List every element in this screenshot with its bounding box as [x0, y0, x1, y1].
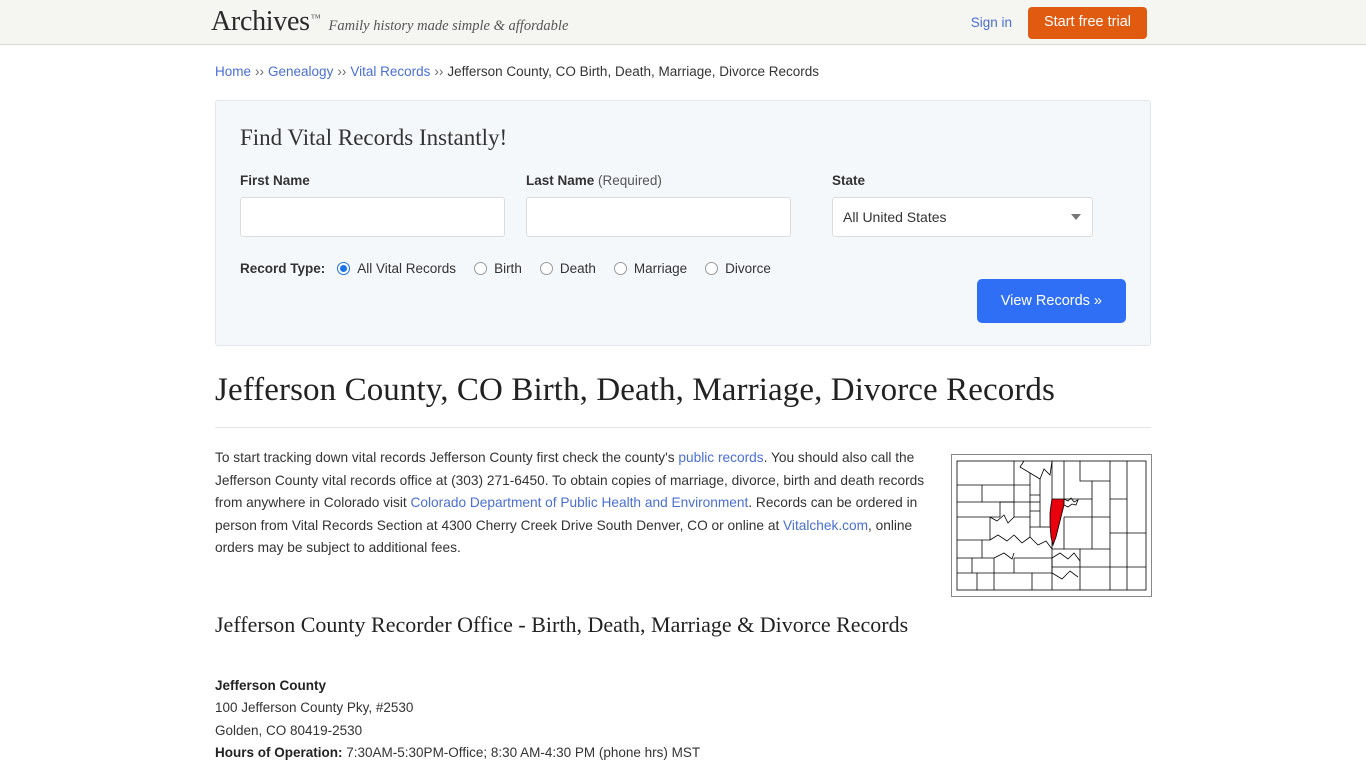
office-contact-block: Jefferson County 100 Jefferson County Pk…: [215, 675, 1151, 768]
breadcrumb-item-home[interactable]: Home: [215, 64, 251, 79]
breadcrumb-item-genealogy[interactable]: Genealogy: [268, 64, 333, 79]
radio-label-marriage: Marriage: [633, 261, 688, 276]
breadcrumb: Home ›› Genealogy ›› Vital Records ›› Jefferso…: [215, 45, 1151, 79]
radio-label-death: Death: [559, 261, 596, 276]
state-select-wrap: All United States: [832, 197, 1093, 237]
office-address-line-2: Golden, CO 80419-2530: [215, 722, 363, 738]
start-free-trial-button[interactable]: Start free trial: [1027, 7, 1147, 39]
search-fields-row: First Name Last Name (Required) State Al…: [240, 173, 1126, 237]
first-name-input[interactable]: [240, 197, 505, 237]
radio-label-all-vital-records: All Vital Records: [357, 261, 457, 276]
last-name-label-text: Last Name: [526, 173, 595, 188]
state-select[interactable]: All United States: [832, 197, 1093, 237]
radio-icon-divorce[interactable]: [705, 262, 719, 275]
site-logo[interactable]: Archives ™ Family history made simple & a…: [211, 8, 568, 36]
radio-divorce[interactable]: Divorce: [705, 261, 771, 276]
radio-marriage[interactable]: Marriage: [613, 261, 688, 276]
breadcrumb-separator-2: ››: [337, 64, 347, 79]
state-label: State: [832, 173, 866, 188]
last-name-label: Last Name (Required): [526, 173, 791, 188]
radio-icon-birth[interactable]: [474, 262, 488, 275]
breadcrumb-separator-1: ››: [255, 64, 265, 79]
radio-icon-death[interactable]: [539, 262, 553, 275]
colorado-county-map: [951, 454, 1152, 597]
office-hours-line: Hours of Operation: 7:30AM-5:30PM-Office…: [215, 742, 1151, 765]
radio-all-vital-records[interactable]: All Vital Records: [337, 261, 456, 276]
last-name-required-note: (Required): [598, 173, 662, 188]
office-section-heading: Jefferson County Recorder Office - Birth…: [215, 611, 909, 637]
first-name-label: First Name: [240, 173, 310, 188]
view-records-row: View Records »: [976, 278, 1126, 323]
radio-death[interactable]: Death: [539, 261, 596, 276]
vitalchek-link[interactable]: Vitalchek.com: [783, 518, 868, 533]
office-address-line-1: 100 Jefferson County Pky, #2530: [215, 700, 414, 716]
radio-label-divorce: Divorce: [725, 261, 771, 276]
intro-paragraph: To start tracking down vital records Jef…: [215, 447, 943, 560]
public-records-link[interactable]: public records: [678, 450, 763, 465]
office-hours-value: 7:30AM-5:30PM-Office; 8:30 AM-4:30 PM (p…: [346, 745, 701, 761]
radio-icon-all-vital-records[interactable]: [337, 262, 351, 275]
radio-birth[interactable]: Birth: [474, 261, 522, 276]
breadcrumb-separator-3: ››: [434, 64, 444, 79]
office-name: Jefferson County: [215, 677, 327, 693]
intro-section: To start tracking down vital records Jef…: [215, 447, 1152, 597]
header-actions: Sign in Start free trial: [971, 7, 1147, 39]
last-name-field-group: Last Name (Required): [526, 173, 791, 237]
trademark-icon: ™: [310, 13, 321, 24]
state-field-group: State All United States: [832, 173, 1093, 237]
record-type-row: Record Type: All Vital Records Birth Dea…: [240, 261, 1126, 276]
cdphe-link[interactable]: Colorado Department of Public Health and…: [411, 495, 749, 510]
last-name-input[interactable]: [526, 197, 791, 237]
colorado-county-map-svg: [952, 455, 1151, 596]
sign-in-link[interactable]: Sign in: [971, 15, 1012, 30]
page-title: Jefferson County, CO Birth, Death, Marri…: [215, 372, 1151, 428]
vital-records-search-panel: Find Vital Records Instantly! First Name…: [215, 100, 1151, 346]
record-type-label: Record Type:: [240, 261, 326, 276]
search-panel-title: Find Vital Records Instantly!: [240, 125, 508, 150]
first-name-field-group: First Name: [240, 173, 505, 237]
radio-label-birth: Birth: [494, 261, 522, 276]
view-records-button[interactable]: View Records »: [976, 278, 1126, 323]
office-hours-label: Hours of Operation:: [215, 745, 343, 761]
breadcrumb-item-current: Jefferson County, CO Birth, Death, Marri…: [447, 64, 820, 79]
logo-tagline: Family history made simple & affordable: [328, 18, 569, 34]
breadcrumb-item-vital-records[interactable]: Vital Records: [350, 64, 430, 79]
intro-text-part1: To start tracking down vital records Jef…: [215, 450, 679, 465]
radio-icon-marriage[interactable]: [613, 262, 627, 275]
page-body: Home ›› Genealogy ›› Vital Records ›› Jefferso…: [0, 45, 1366, 768]
logo-wordmark: Archives: [211, 6, 310, 37]
site-header: Archives ™ Family history made simple & a…: [0, 0, 1366, 45]
